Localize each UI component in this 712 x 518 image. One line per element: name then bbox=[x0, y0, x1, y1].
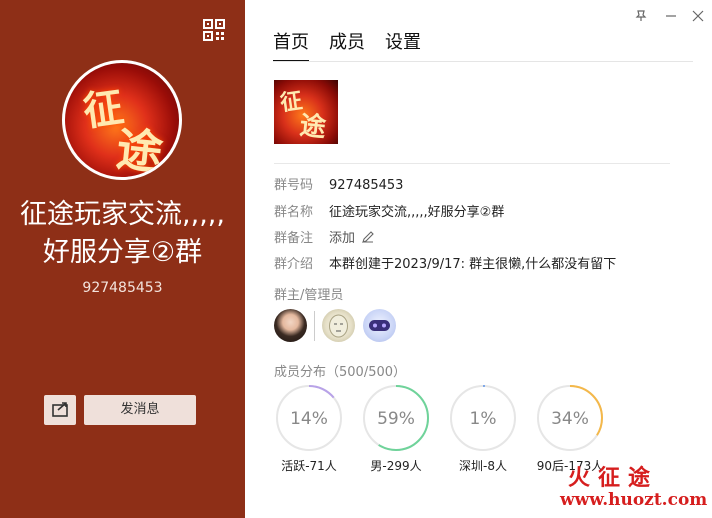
group-id-value: 927485453 bbox=[329, 178, 404, 193]
info-row-group-id: 群号码 927485453 bbox=[274, 176, 403, 196]
group-name-value: 征途玩家交流,,,,,好服分享②群 bbox=[329, 205, 505, 220]
ring-caption: 活跃-71人 bbox=[281, 459, 337, 473]
add-remark-link[interactable]: 添加 bbox=[329, 231, 355, 246]
ring-percent: 1% bbox=[470, 409, 497, 429]
distribution-ring[interactable]: 34% bbox=[535, 383, 605, 453]
admin-avatar[interactable] bbox=[363, 309, 396, 342]
tab-home[interactable]: 首页 bbox=[273, 28, 309, 62]
share-icon bbox=[52, 402, 68, 417]
group-title-line1: 征途玩家交流,,,,, bbox=[20, 199, 225, 230]
divider bbox=[274, 163, 670, 164]
ring-percent: 59% bbox=[377, 409, 415, 429]
ring-percent: 14% bbox=[290, 409, 328, 429]
ring-caption: 男-299人 bbox=[370, 459, 422, 473]
group-avatar[interactable]: 征 途 bbox=[62, 60, 182, 180]
tab-settings[interactable]: 设置 bbox=[385, 28, 421, 62]
admin-divider bbox=[314, 311, 315, 341]
info-row-remark: 群备注 添加 bbox=[274, 229, 375, 249]
qr-code-icon[interactable] bbox=[203, 19, 225, 41]
info-label: 群号码 bbox=[274, 178, 314, 193]
avatar-logo: 征 途 bbox=[80, 83, 166, 180]
admin-avatar[interactable] bbox=[322, 309, 355, 342]
distribution-ring[interactable]: 14% bbox=[274, 383, 344, 453]
group-title-line2: 好服分享②群 bbox=[42, 237, 203, 268]
watermark-url: www.huozt.com bbox=[560, 490, 708, 510]
info-label: 群介绍 bbox=[274, 257, 314, 272]
watermark-logo-text: 火征途 bbox=[568, 465, 659, 491]
group-id: 927485453 bbox=[82, 280, 163, 296]
admins-label: 群主/管理员 bbox=[274, 288, 344, 303]
face-icon bbox=[329, 314, 348, 338]
thumb-glyph: 途 bbox=[298, 110, 328, 144]
distribution-ring[interactable]: 59% bbox=[361, 383, 431, 453]
group-intro-value: 本群创建于2023/9/17: 群主很懒,什么都没有留下 bbox=[329, 257, 617, 272]
site-watermark: 火征途 www.huozt.com bbox=[560, 460, 710, 518]
info-label: 群备注 bbox=[274, 231, 314, 246]
info-row-group-name: 群名称 征途玩家交流,,,,,好服分享②群 bbox=[274, 203, 504, 223]
pin-icon[interactable] bbox=[633, 8, 649, 24]
info-row-intro: 群介绍 本群创建于2023/9/17: 群主很懒,什么都没有留下 bbox=[274, 255, 616, 275]
tab-divider bbox=[273, 61, 693, 62]
distribution-ring[interactable]: 1% bbox=[448, 383, 518, 453]
admin-avatar-owner[interactable] bbox=[274, 309, 307, 342]
edit-icon[interactable] bbox=[361, 230, 375, 244]
tab-bar: 首页 成员 设置 bbox=[273, 28, 441, 62]
group-profile-panel: 征 途 征途玩家交流,,,,, 好服分享②群 927485453 发消息 bbox=[0, 0, 245, 518]
robot-icon bbox=[369, 320, 390, 331]
ring-caption: 深圳-8人 bbox=[459, 459, 507, 473]
minimize-icon[interactable] bbox=[663, 8, 679, 24]
share-button[interactable] bbox=[44, 395, 76, 425]
group-title: 征途玩家交流,,,,, 好服分享②群 bbox=[0, 196, 245, 272]
group-thumbnail[interactable]: 征 途 bbox=[274, 80, 338, 144]
tab-members[interactable]: 成员 bbox=[329, 28, 365, 62]
ring-percent: 34% bbox=[551, 409, 589, 429]
info-label: 群名称 bbox=[274, 205, 314, 220]
send-message-button[interactable]: 发消息 bbox=[84, 395, 196, 425]
close-icon[interactable] bbox=[690, 8, 706, 24]
member-distribution-label: 成员分布（500/500） bbox=[274, 365, 407, 380]
